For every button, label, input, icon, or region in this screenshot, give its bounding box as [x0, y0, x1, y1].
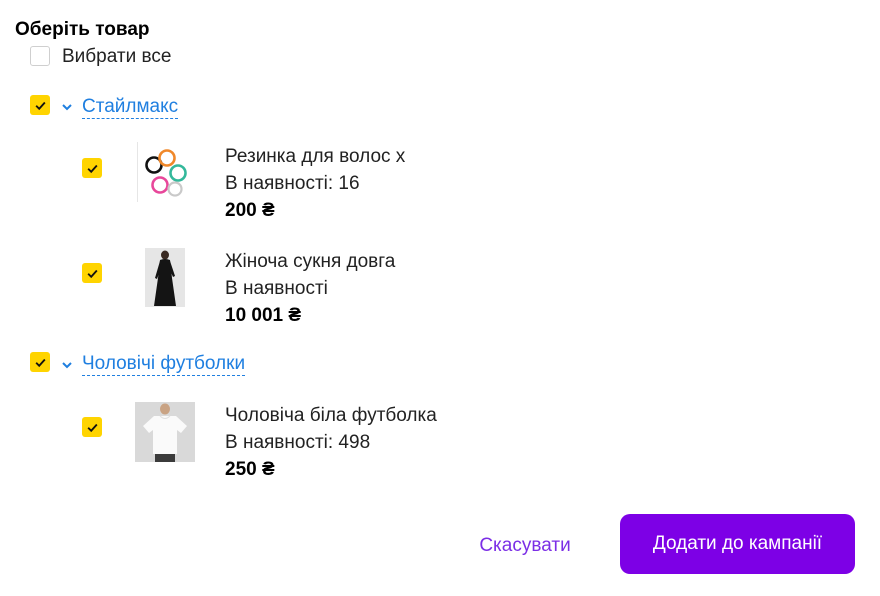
product-price: 10 001 ₴ — [225, 305, 302, 326]
cancel-button[interactable]: Скасувати — [470, 530, 580, 562]
product-price: 200 ₴ — [225, 200, 275, 221]
product-thumbnail-hair-ties — [137, 142, 195, 202]
product-stock: В наявності: 16 — [225, 173, 360, 194]
product-name: Жіноча сукня довга — [225, 251, 396, 272]
group-link-mens-tshirts[interactable]: Чоловічі футболки — [82, 353, 246, 376]
group-checkbox-mens-tshirts[interactable] — [30, 352, 50, 372]
product-name: Чоловіча біла футболка — [225, 405, 437, 426]
checkmark-icon — [35, 101, 46, 110]
product-name: Резинка для волос х — [225, 146, 406, 167]
group-checkbox-stylemax[interactable] — [30, 95, 50, 115]
item-checkbox[interactable] — [82, 158, 102, 178]
product-stock: В наявності — [225, 278, 328, 299]
product-stock: В наявності: 498 — [225, 432, 371, 453]
group-link-stylemax[interactable]: Стайлмакс — [82, 96, 179, 119]
item-checkbox[interactable] — [82, 263, 102, 283]
product-thumbnail-black-dress — [145, 248, 185, 307]
select-all-checkbox[interactable] — [30, 46, 50, 66]
product-price: 250 ₴ — [225, 459, 275, 480]
add-to-campaign-button[interactable]: Додати до кампанії — [620, 514, 855, 574]
product-thumbnail-white-tshirt — [135, 402, 195, 462]
checkmark-icon — [87, 164, 98, 173]
chevron-down-icon[interactable] — [60, 100, 74, 114]
checkmark-icon — [87, 269, 98, 278]
checkmark-icon — [35, 358, 46, 367]
page-title: Оберіть товар — [15, 19, 150, 40]
item-checkbox[interactable] — [82, 417, 102, 437]
select-all-label[interactable]: Вибрати все — [62, 46, 171, 68]
chevron-down-icon[interactable] — [60, 358, 74, 372]
checkmark-icon — [87, 423, 98, 432]
